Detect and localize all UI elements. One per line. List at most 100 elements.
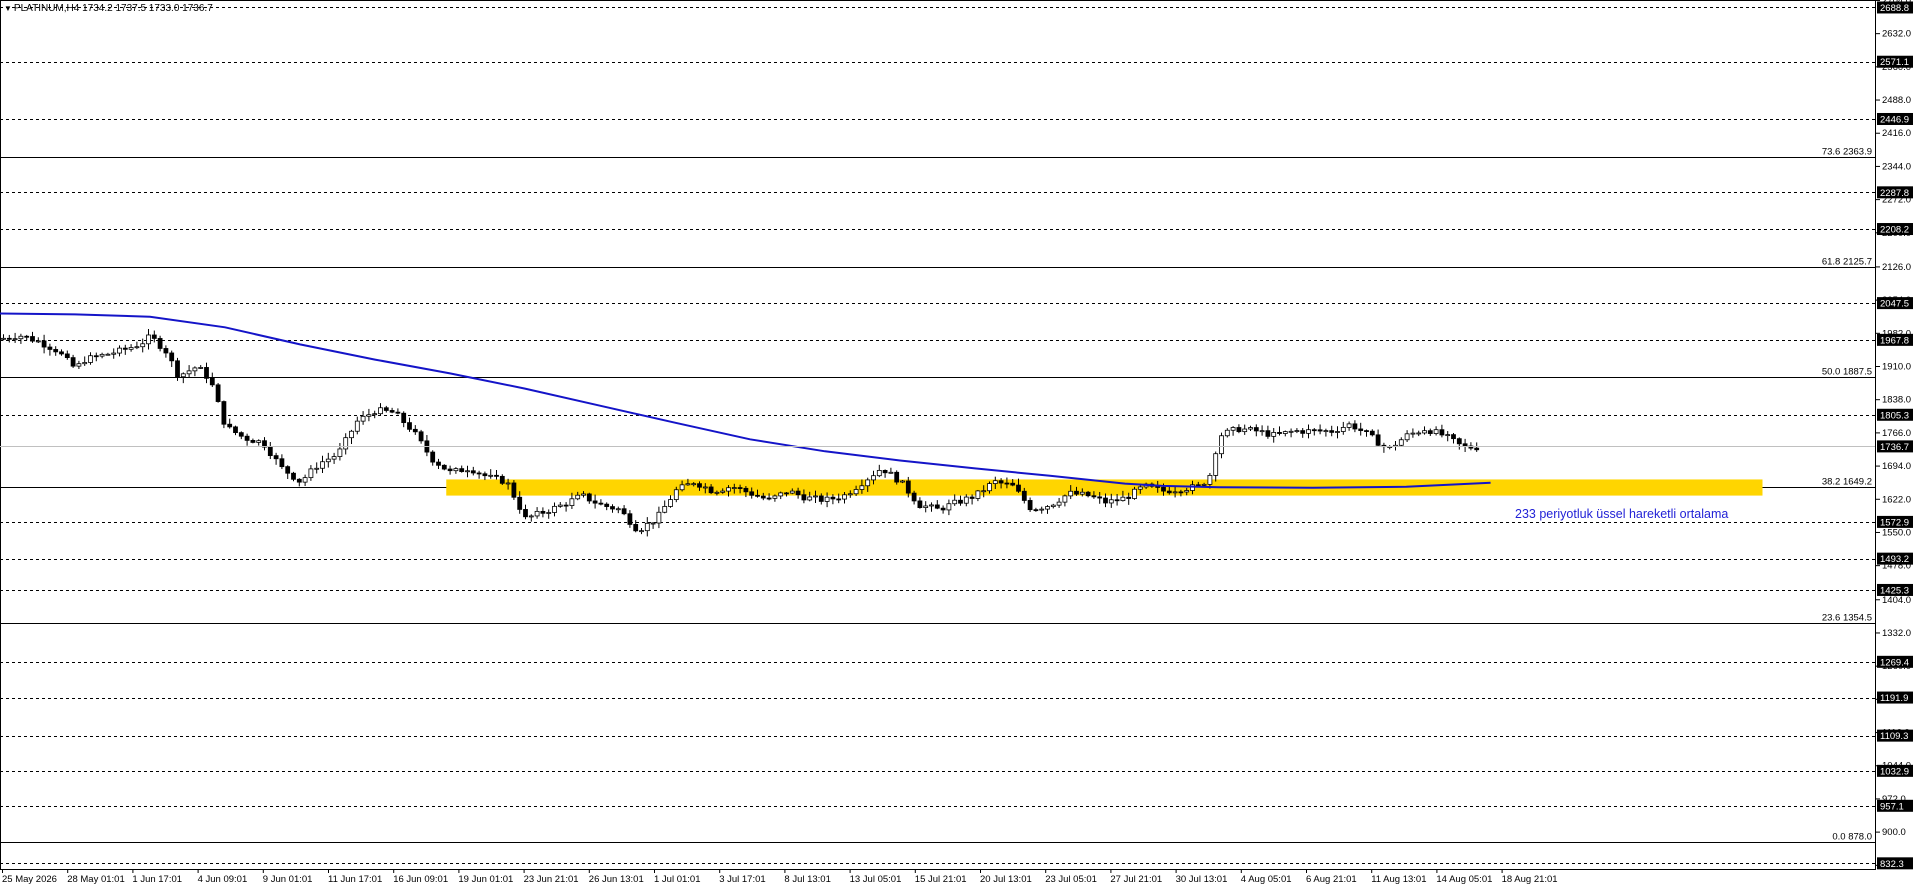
candle <box>557 502 563 508</box>
candle-body <box>122 347 128 350</box>
candle <box>59 349 64 356</box>
candle-body <box>528 515 534 518</box>
current-price-badge-text: 1736.7 <box>1880 442 1909 453</box>
candle-body <box>337 448 343 457</box>
candlesticks <box>1 328 1480 537</box>
candle-body <box>1288 430 1294 433</box>
candle-body <box>830 496 836 500</box>
candle <box>1329 425 1335 437</box>
candle <box>668 495 673 508</box>
candle-body <box>383 407 389 411</box>
candle-body <box>447 468 453 472</box>
candle <box>244 433 250 446</box>
candle-body <box>1474 447 1480 451</box>
candle <box>1323 428 1329 437</box>
candle-body <box>1248 427 1253 430</box>
candle <box>969 494 975 505</box>
candle-body <box>88 355 93 363</box>
candle-body <box>1137 486 1143 490</box>
candle-body <box>673 489 679 500</box>
candle-body <box>267 446 273 457</box>
candle-body <box>1033 509 1039 512</box>
candle-body <box>430 451 436 463</box>
candle <box>952 494 958 506</box>
candle <box>470 466 476 476</box>
candle-body <box>621 508 627 515</box>
candle <box>604 502 610 511</box>
candle <box>923 501 929 513</box>
candle <box>1259 425 1265 436</box>
candle <box>1288 428 1294 438</box>
candle-body <box>847 493 853 496</box>
candle-body <box>1462 443 1468 447</box>
candle-body <box>163 348 169 354</box>
candle <box>111 348 117 359</box>
candle <box>1422 426 1427 435</box>
candle-body <box>1184 490 1190 493</box>
candle-body <box>888 471 894 474</box>
candle-body <box>708 486 714 494</box>
candle-body <box>1433 429 1439 434</box>
candle <box>975 489 981 502</box>
candle-body <box>784 492 789 495</box>
candle-body <box>186 370 192 375</box>
candle-body <box>981 490 987 493</box>
price-level-lines <box>0 7 1875 864</box>
candle <box>1027 497 1033 512</box>
price-level-badge-text: 2571.1 <box>1880 57 1909 68</box>
candle <box>1358 422 1364 436</box>
candle-body <box>552 505 557 513</box>
candle-body <box>279 458 285 468</box>
price-axis[interactable]: 2704.02632.02560.02488.02416.02344.02272… <box>1875 0 1914 871</box>
candle-body <box>894 471 900 483</box>
candle <box>372 410 378 419</box>
candle <box>639 528 644 535</box>
candle <box>24 334 30 341</box>
candle-body <box>644 522 650 532</box>
time-axis[interactable]: 25 May 2026 28 May 01:01 1 Jun 17:01 4 Jun … <box>2 869 1558 885</box>
price-level-badge-text: 2287.8 <box>1880 188 1909 199</box>
candle-body <box>598 502 604 505</box>
candle-body <box>987 483 992 492</box>
candle-body <box>923 505 929 508</box>
candle <box>772 494 778 502</box>
candle-body <box>731 487 737 489</box>
candle <box>1045 505 1050 514</box>
price-level-badge-text: 2208.2 <box>1880 225 1909 236</box>
candle-body <box>1 337 6 340</box>
candle-body <box>511 482 517 498</box>
candle-body <box>453 468 459 472</box>
time-tick-label: 14 Aug 05:01 <box>1436 874 1492 885</box>
candle-body <box>691 483 697 486</box>
candle <box>621 505 627 516</box>
candle-body <box>151 334 157 339</box>
price-chart[interactable]: 73.6 2363.9 61.8 2125.7 50.0 1887.5 38.2 16… <box>0 0 1916 888</box>
candle <box>633 520 639 533</box>
time-tick-label: 1 Jun 17:01 <box>132 874 182 885</box>
candle <box>221 400 227 429</box>
candle <box>134 341 140 350</box>
candle-body <box>1236 427 1242 433</box>
candle-body <box>1126 496 1132 499</box>
candle <box>1050 503 1056 509</box>
candle <box>494 469 499 480</box>
candle <box>117 345 122 357</box>
candle-body <box>1230 427 1236 431</box>
candle-body <box>929 504 934 507</box>
candle <box>1340 421 1346 435</box>
price-level-badge-text: 1805.3 <box>1880 410 1909 421</box>
candle-body <box>1242 428 1248 433</box>
candle-body <box>592 500 598 504</box>
candle-body <box>378 407 383 415</box>
candle <box>157 335 163 352</box>
candle-body <box>900 480 905 483</box>
candle-body <box>117 347 122 354</box>
time-tick-label: 13 Jul 05:01 <box>850 874 902 885</box>
candle <box>1474 442 1480 452</box>
candle <box>552 502 557 517</box>
candle <box>383 405 389 413</box>
candle <box>1224 428 1230 438</box>
candle-body <box>569 498 575 506</box>
candle-body <box>1027 500 1033 511</box>
candle-body <box>905 480 911 494</box>
